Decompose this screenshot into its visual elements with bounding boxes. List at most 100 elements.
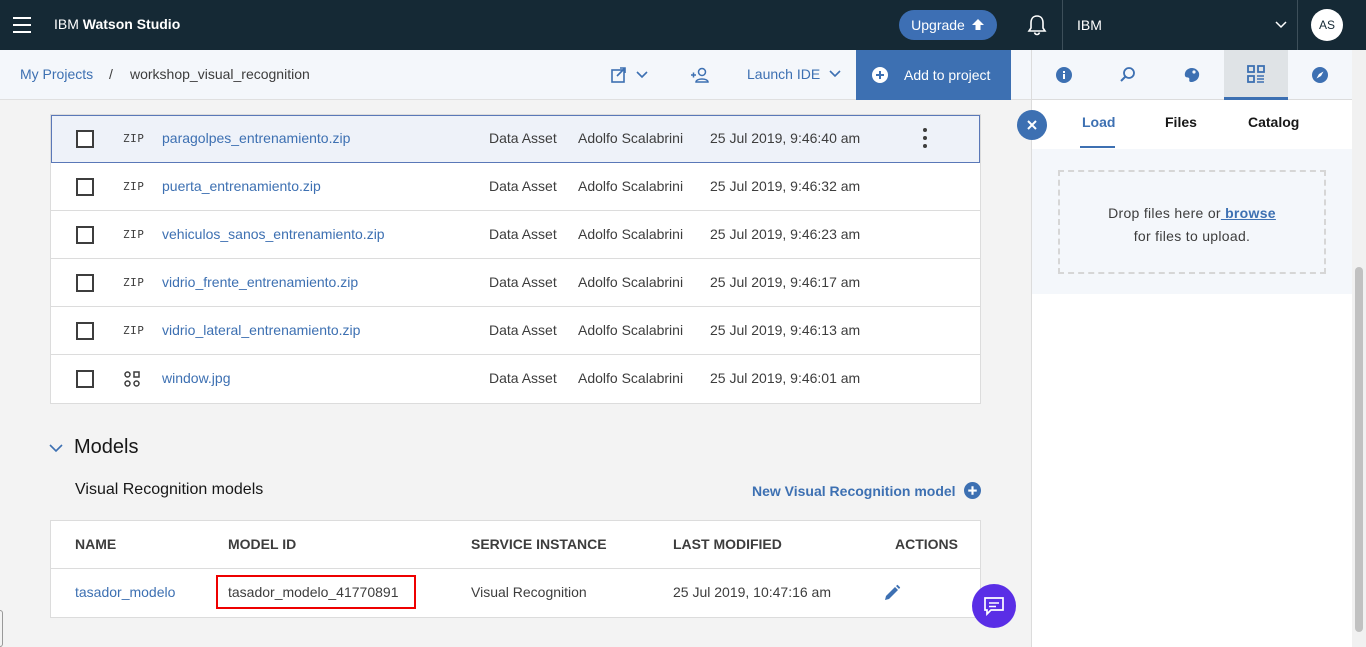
table-row[interactable]: ZIP vehiculos_sanos_entrenamiento.zip Da… [51,211,980,259]
upgrade-label: Upgrade [911,17,965,33]
close-panel-button[interactable] [1017,110,1047,140]
chevron-down-icon [49,443,63,452]
column-header-last-modified[interactable]: LAST MODIFIED [673,536,782,552]
tab-files[interactable]: Files [1165,114,1197,130]
asset-type: Data Asset [489,322,557,338]
share-export-icon[interactable] [611,66,651,84]
launch-ide-label: Launch IDE [747,66,821,82]
hamburger-menu-icon[interactable] [13,17,31,33]
tab-data-assets[interactable] [1224,50,1288,100]
overflow-menu-icon[interactable] [923,128,927,150]
tab-search[interactable] [1096,50,1160,100]
breadcrumb-my-projects[interactable]: My Projects [20,66,93,82]
asset-name-link[interactable]: vidrio_lateral_entrenamiento.zip [162,322,360,338]
table-row[interactable]: ZIP vidrio_lateral_entrenamiento.zip Dat… [51,307,980,355]
asset-date: 25 Jul 2019, 9:46:23 am [710,226,861,242]
table-row[interactable]: ZIP puerta_entrenamiento.zip Data Asset … [51,163,980,211]
asset-date: 25 Jul 2019, 9:46:01 am [710,370,861,386]
asset-date: 25 Jul 2019, 9:46:40 am [710,130,861,146]
file-drop-zone[interactable]: Drop files here or browse for files to u… [1058,170,1326,274]
topbar-divider [1062,0,1063,50]
brand-prefix: IBM [54,16,79,32]
row-checkbox[interactable] [76,274,94,292]
chevron-down-icon [829,70,841,78]
launch-ide-dropdown[interactable]: Launch IDE [747,66,842,82]
models-section-toggle[interactable]: Models [48,436,138,459]
chat-support-button[interactable] [972,584,1016,628]
breadcrumb-current-project: workshop_visual_recognition [130,66,310,82]
assets-side-panel: Load Files Catalog Drop files here or br… [1017,50,1366,647]
user-avatar[interactable]: AS [1311,9,1343,41]
data-grid-icon [1247,64,1265,83]
search-history-icon [1120,67,1135,82]
asset-owner: Adolfo Scalabrini [578,178,684,194]
chat-icon [984,597,1004,616]
palette-icon [1184,68,1200,82]
model-name-link[interactable]: tasador_modelo [75,584,175,600]
topbar-divider [1297,0,1298,50]
column-header-service-instance[interactable]: SERVICE INSTANCE [471,536,607,552]
model-id: tasador_modelo_41770891 [228,584,399,600]
side-drawer-handle[interactable] [0,610,3,647]
asset-date: 25 Jul 2019, 9:46:32 am [710,178,861,194]
app-brand[interactable]: IBM Watson Studio [54,16,180,32]
tab-catalog[interactable]: Catalog [1248,114,1299,130]
asset-name-link[interactable]: paragolpes_entrenamiento.zip [162,130,350,146]
data-assets-table: ZIP paragolpes_entrenamiento.zip Data As… [50,114,981,404]
upgrade-button[interactable]: Upgrade [899,10,997,40]
row-checkbox[interactable] [76,322,94,340]
drop-files-text-2: for files to upload. [1133,228,1251,244]
asset-name-link[interactable]: puerta_entrenamiento.zip [162,178,321,194]
zip-file-icon: ZIP [123,228,145,241]
asset-owner: Adolfo Scalabrini [578,130,684,146]
asset-name-link[interactable]: vehiculos_sanos_entrenamiento.zip [162,226,385,242]
table-row[interactable]: ZIP vidrio_frente_entrenamiento.zip Data… [51,259,980,307]
new-model-label: New Visual Recognition model [752,482,956,499]
asset-name-link[interactable]: vidrio_frente_entrenamiento.zip [162,274,358,290]
tab-explore[interactable] [1288,50,1352,100]
zip-file-icon: ZIP [123,276,145,289]
tab-info[interactable] [1032,50,1096,100]
add-to-project-label: Add to project [904,67,991,83]
new-visual-recognition-model-button[interactable]: New Visual Recognition model [752,482,981,499]
asset-owner: Adolfo Scalabrini [578,274,684,290]
add-to-project-button[interactable]: Add to project [856,50,1011,100]
column-header-name[interactable]: NAME [75,536,116,552]
asset-type: Data Asset [489,178,557,194]
notifications-bell-icon[interactable] [1026,14,1048,36]
panel-scrollbar[interactable] [1352,50,1366,647]
edit-pencil-icon[interactable] [883,584,901,602]
main-content: ZIP paragolpes_entrenamiento.zip Data As… [0,100,1031,647]
upgrade-arrow-icon [971,19,984,30]
asset-type: Data Asset [489,226,557,242]
scrollbar-thumb[interactable] [1355,267,1363,632]
column-header-model-id[interactable]: MODEL ID [228,536,296,552]
row-checkbox[interactable] [76,226,94,244]
asset-owner: Adolfo Scalabrini [578,226,684,242]
table-header: NAME MODEL ID SERVICE INSTANCE LAST MODI… [51,521,980,569]
asset-date: 25 Jul 2019, 9:46:13 am [710,322,861,338]
browse-link[interactable]: browse [1221,205,1276,221]
drop-files-text: Drop files here or [1108,205,1221,221]
asset-owner: Adolfo Scalabrini [578,370,684,386]
asset-date: 25 Jul 2019, 9:46:17 am [710,274,861,290]
table-row[interactable]: window.jpg Data Asset Adolfo Scalabrini … [51,355,980,403]
models-section-title: Models [74,436,139,458]
account-selector-label[interactable]: IBM [1077,17,1102,33]
chevron-down-icon[interactable] [1274,18,1288,32]
asset-owner: Adolfo Scalabrini [578,322,684,338]
zip-file-icon: ZIP [123,180,145,193]
tab-palette[interactable] [1160,50,1224,100]
table-row[interactable]: ZIP paragolpes_entrenamiento.zip Data As… [51,115,980,163]
service-instance: Visual Recognition [471,584,587,600]
row-checkbox[interactable] [76,178,94,196]
column-header-actions: ACTIONS [895,536,958,552]
row-checkbox[interactable] [76,130,94,148]
add-collaborator-icon[interactable] [690,66,710,84]
asset-name-link[interactable]: window.jpg [162,370,231,386]
models-table: NAME MODEL ID SERVICE INSTANCE LAST MODI… [50,520,981,618]
top-navigation-bar: IBM Watson Studio Upgrade IBM AS [0,0,1366,50]
visual-recognition-models-title: Visual Recognition models [75,481,264,498]
row-checkbox[interactable] [76,370,94,388]
tab-load[interactable]: Load [1082,114,1115,130]
